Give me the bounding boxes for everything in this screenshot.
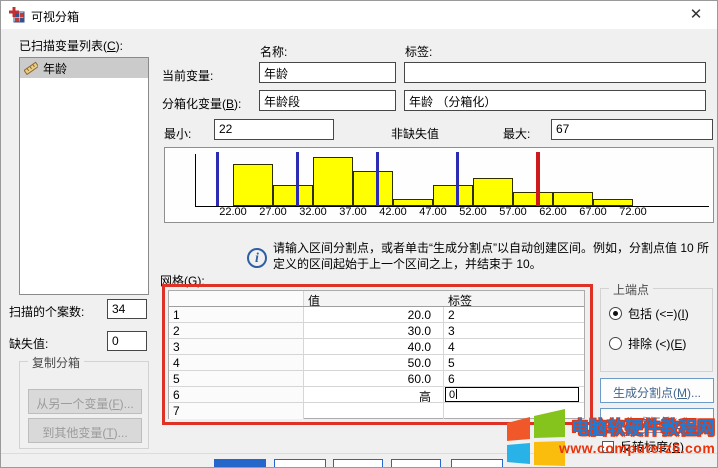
dialog-button-cutoff[interactable] [451, 459, 503, 468]
dialog-button-cutoff[interactable] [214, 459, 266, 468]
upper-endpoints-title: 上端点 [609, 281, 653, 298]
checkbox-icon [602, 441, 614, 453]
make-cutpoints-button[interactable]: 生成分割点(M)... [600, 378, 714, 403]
max-label: 最大: [503, 125, 530, 142]
cases-scanned-label: 扫描的个案数: [9, 303, 84, 320]
make-labels-button[interactable]: 生成标签(A) [600, 408, 714, 433]
missing-values-label: 缺失值: [9, 335, 48, 352]
list-item-age[interactable]: 年龄 [20, 58, 148, 78]
dialog-title: 可视分箱 [31, 8, 79, 25]
scanned-list-label: 已扫描变量列表(C): [19, 37, 123, 54]
binned-variable-name-field[interactable]: 年龄段 [259, 90, 396, 111]
to-other-variables-button[interactable]: 到其他变量(T)... [28, 418, 142, 443]
radio-exclude[interactable]: 排除 (<)(E) [609, 335, 686, 352]
scanned-variable-list[interactable]: 年龄 [19, 57, 149, 295]
title-bar: 可视分箱 ✕ [1, 1, 717, 29]
binned-variable-label-field[interactable]: 年龄 （分箱化） [404, 90, 706, 111]
histogram-ticks: 22.0027.0032.0037.0042.0047.0052.0057.00… [169, 206, 709, 220]
from-another-variable-button[interactable]: 从另一个变量(F)... [28, 389, 142, 414]
radio-circle-icon [609, 307, 622, 320]
missing-values-field[interactable]: 0 [107, 331, 147, 351]
current-variable-label-field[interactable] [404, 62, 706, 83]
bottom-button-bar [1, 453, 717, 468]
radio-include[interactable]: 包括 (<=)(I) [609, 305, 689, 322]
histogram-plot [169, 154, 709, 206]
upper-endpoints-group: 上端点 包括 (<=)(I) 排除 (<)(E) [600, 288, 713, 372]
copy-bins-title: 复制分箱 [28, 354, 84, 371]
dialog-button-cutoff[interactable] [333, 459, 383, 468]
max-field[interactable]: 67 [551, 119, 713, 140]
copy-bins-group: 复制分箱 从另一个变量(F)... 到其他变量(T)... [19, 361, 149, 449]
dialog-icon [9, 7, 25, 23]
radio-circle-icon [609, 337, 622, 350]
min-field[interactable]: 22 [214, 119, 334, 140]
min-label: 最小: [164, 125, 191, 142]
dialog-button-cutoff[interactable] [391, 459, 441, 468]
info-text: 请输入区间分割点，或者单击“生成分割点”以自动创建区间。例如，分割点值 10 所… [273, 240, 711, 272]
info-icon: i [247, 248, 267, 268]
red-annotation-rectangle [162, 284, 593, 425]
close-icon[interactable]: ✕ [685, 5, 707, 25]
dialog-button-cutoff[interactable] [274, 459, 326, 468]
list-item-label: 年龄 [43, 60, 67, 77]
visual-binning-dialog: 可视分箱 ✕ 已扫描变量列表(C): 年龄 名称: 标签: 当前变量: 年龄 分… [0, 0, 718, 468]
cases-scanned-field[interactable]: 34 [107, 299, 147, 319]
scale-ruler-icon [24, 61, 38, 75]
label-column-label: 标签: [405, 43, 432, 60]
binned-variable-label: 分箱化变量(B): [162, 95, 241, 112]
nonmissing-label: 非缺失值 [391, 125, 439, 142]
name-column-label: 名称: [260, 43, 287, 60]
current-variable-label: 当前变量: [162, 67, 213, 84]
current-variable-name-field[interactable]: 年龄 [259, 62, 396, 83]
histogram-panel: 22.0027.0032.0037.0042.0047.0052.0057.00… [164, 147, 714, 223]
